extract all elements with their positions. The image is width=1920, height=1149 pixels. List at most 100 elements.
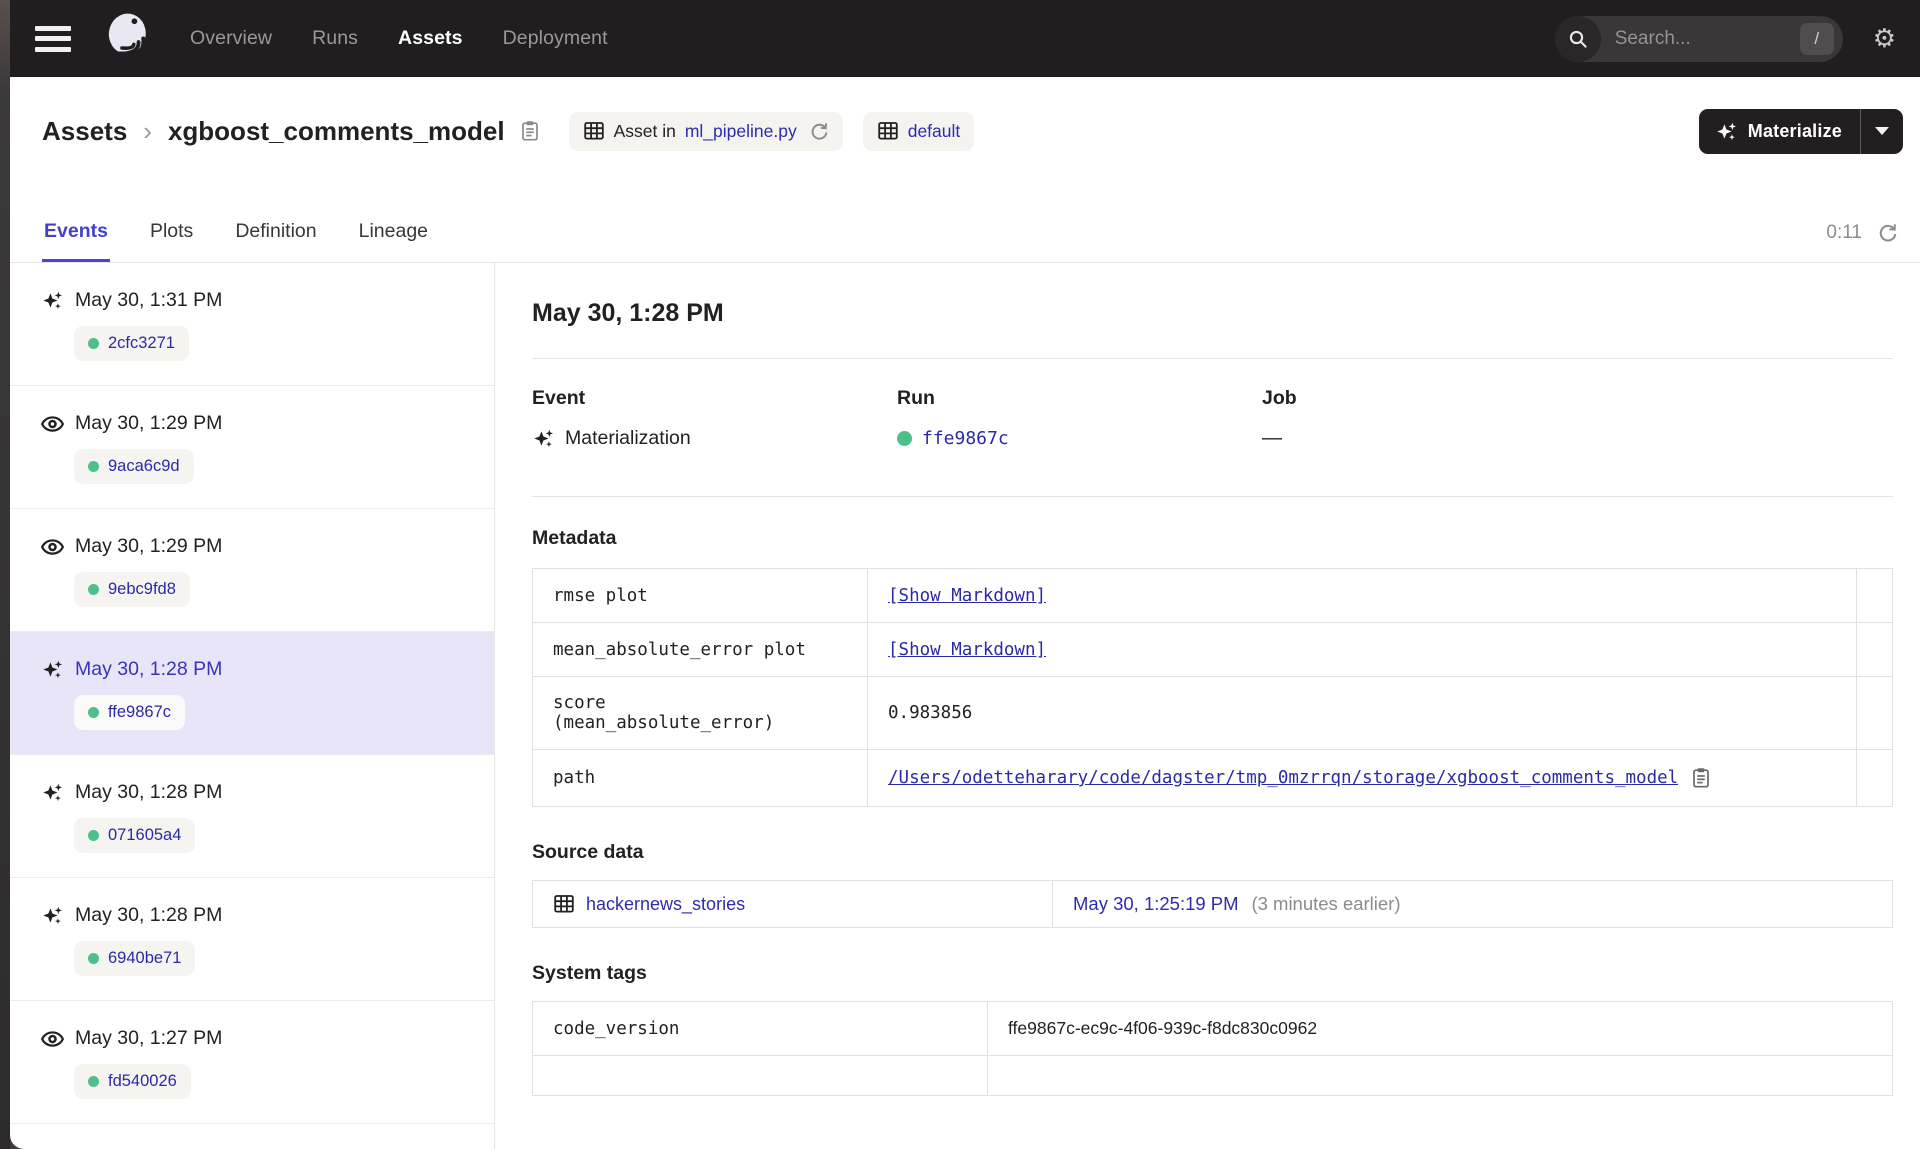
run-tag[interactable]: 071605a4: [74, 818, 196, 853]
run-success-dot: [88, 338, 99, 349]
show-markdown-link[interactable]: [Show Markdown]: [888, 640, 1046, 660]
menu-hamburger-icon[interactable]: [35, 25, 71, 52]
nav-item-assets[interactable]: Assets: [398, 27, 463, 50]
asset-tabs: Events Plots Definition Lineage: [42, 220, 430, 262]
asset-badge-prefix: Asset in: [613, 120, 676, 141]
system-tag-row: code_version ffe9867c-ec9c-4f06-939c-f8d…: [532, 1001, 1893, 1056]
event-list-item[interactable]: May 30, 1:31 PM 2cfc3271: [10, 263, 494, 386]
event-list: May 30, 1:31 PM 2cfc3271 May 30, 1:29 PM: [10, 263, 495, 1149]
tab-events[interactable]: Events: [42, 220, 110, 262]
materialization-sparkle-icon: [43, 783, 63, 802]
source-timestamp-link[interactable]: May 30, 1:25:19 PM: [1073, 893, 1239, 914]
primary-nav: Overview Runs Assets Deployment: [190, 27, 608, 50]
run-tag[interactable]: 2cfc3271: [74, 326, 189, 361]
search-shortcut-key: /: [1799, 22, 1834, 55]
top-nav: Overview Runs Assets Deployment Search..…: [10, 0, 1920, 77]
source-asset-link[interactable]: hackernews_stories: [586, 894, 745, 915]
metadata-key: score (mean_absolute_error): [532, 676, 868, 750]
tab-lineage[interactable]: Lineage: [357, 220, 430, 262]
nav-item-overview[interactable]: Overview: [190, 27, 272, 50]
event-list-item-selected[interactable]: May 30, 1:28 PM ffe9867c: [10, 632, 494, 755]
run-success-dot: [88, 584, 99, 595]
page-header: Assets › xgboost_comments_model Asset in…: [10, 77, 1920, 185]
materialize-button[interactable]: Materialize: [1699, 109, 1860, 154]
event-list-item[interactable]: May 30, 1:28 PM 071605a4: [10, 755, 494, 878]
run-success-dot: [88, 830, 99, 841]
asset-file-link[interactable]: ml_pipeline.py: [685, 121, 797, 142]
event-time: May 30, 1:29 PM: [75, 412, 223, 434]
background-window-sliver: [0, 0, 10, 1149]
materialize-split-button: Materialize: [1698, 108, 1903, 154]
event-list-item[interactable]: May 30, 1:29 PM 9aca6c9d: [10, 386, 494, 509]
breadcrumb-assets-link[interactable]: Assets: [42, 116, 127, 147]
run-tag[interactable]: 9aca6c9d: [74, 449, 194, 484]
tab-plots[interactable]: Plots: [148, 220, 195, 262]
materialization-sparkle-icon: [43, 291, 63, 310]
event-list-item[interactable]: May 30, 1:28 PM 6940be71: [10, 878, 494, 1001]
run-success-dot: [897, 431, 912, 446]
run-id-link[interactable]: 9aca6c9d: [108, 457, 180, 476]
materialize-button-label: Materialize: [1747, 120, 1842, 141]
system-tag-key: code_version: [532, 1001, 988, 1056]
event-list-item[interactable]: May 30, 1:27 PM fd540026: [10, 1001, 494, 1124]
job-label: Job: [1262, 387, 1297, 409]
event-label: Event: [532, 387, 586, 409]
show-markdown-link[interactable]: [Show Markdown]: [888, 586, 1046, 606]
source-relative-time: (3 minutes earlier): [1251, 893, 1401, 914]
run-id-link[interactable]: ffe9867c: [108, 703, 171, 722]
dagster-logo-icon[interactable]: [97, 10, 154, 67]
run-tag[interactable]: fd540026: [74, 1064, 191, 1099]
event-time: May 30, 1:28 PM: [75, 904, 223, 926]
metadata-value: 0.983856: [867, 676, 1857, 750]
page-title: xgboost_comments_model: [167, 115, 505, 146]
refresh-control: 0:11: [1826, 222, 1898, 262]
copy-asset-name-icon[interactable]: [519, 119, 541, 143]
run-tag[interactable]: 9ebc9fd8: [74, 572, 190, 607]
run-id-link[interactable]: fd540026: [108, 1072, 177, 1091]
run-id-link[interactable]: 2cfc3271: [108, 334, 175, 353]
metadata-actions-cell: [1856, 568, 1893, 623]
run-id-link[interactable]: 6940be71: [108, 949, 181, 968]
refresh-icon[interactable]: [1876, 222, 1898, 244]
path-link[interactable]: /Users/odetteharary/code/dagster/tmp_0mz…: [888, 768, 1678, 788]
run-success-dot: [88, 707, 99, 718]
run-success-dot: [88, 953, 99, 964]
run-tag[interactable]: ffe9867c: [74, 695, 186, 730]
run-id-link[interactable]: 9ebc9fd8: [108, 580, 176, 599]
event-time: May 30, 1:28 PM: [75, 781, 223, 803]
tab-definition[interactable]: Definition: [233, 220, 318, 262]
run-id-link[interactable]: ffe9867c: [922, 428, 1009, 449]
asset-grid-icon: [583, 122, 604, 140]
copy-path-icon[interactable]: [1690, 766, 1712, 790]
event-time: May 30, 1:27 PM: [75, 1027, 223, 1049]
run-value: ffe9867c: [897, 427, 1262, 450]
asset-definition-badge[interactable]: Asset in ml_pipeline.py: [568, 111, 843, 151]
observation-eye-icon: [41, 539, 64, 555]
event-type-text: Materialization: [565, 427, 691, 449]
search-input[interactable]: Search... /: [1554, 15, 1843, 62]
metadata-actions-cell: [1856, 676, 1893, 750]
system-tags-table: code_version ffe9867c-ec9c-4f06-939c-f8d…: [532, 1001, 1893, 1096]
metadata-table: rmse plot [Show Markdown] mean_absolute_…: [532, 568, 1893, 807]
source-data-row: hackernews_stories May 30, 1:25:19 PM (3…: [532, 880, 1893, 928]
run-id-link[interactable]: 071605a4: [108, 826, 181, 845]
breadcrumb-separator: ›: [143, 115, 152, 146]
metadata-section-title: Metadata: [532, 527, 617, 549]
event-list-item[interactable]: May 30, 1:29 PM 9ebc9fd8: [10, 509, 494, 632]
assets-page: Assets › xgboost_comments_model Asset in…: [10, 77, 1920, 1149]
metadata-key: rmse plot: [532, 568, 868, 623]
materialize-dropdown-button[interactable]: [1861, 109, 1903, 154]
nav-item-deployment[interactable]: Deployment: [503, 27, 608, 50]
settings-gear-icon[interactable]: ⚙: [1873, 26, 1896, 52]
nav-item-runs[interactable]: Runs: [312, 27, 358, 50]
event-time: May 30, 1:31 PM: [75, 289, 223, 311]
materialization-sparkle-icon: [43, 660, 63, 679]
repository-link[interactable]: default: [908, 121, 961, 142]
repository-grid-icon: [878, 122, 898, 140]
job-value: —: [1262, 427, 1893, 450]
metadata-actions-cell: [1856, 622, 1893, 677]
reload-definitions-icon[interactable]: [808, 121, 829, 142]
repository-badge[interactable]: default: [862, 111, 975, 151]
run-tag[interactable]: 6940be71: [74, 941, 196, 976]
topnav-right: Search... / ⚙: [1554, 15, 1896, 62]
